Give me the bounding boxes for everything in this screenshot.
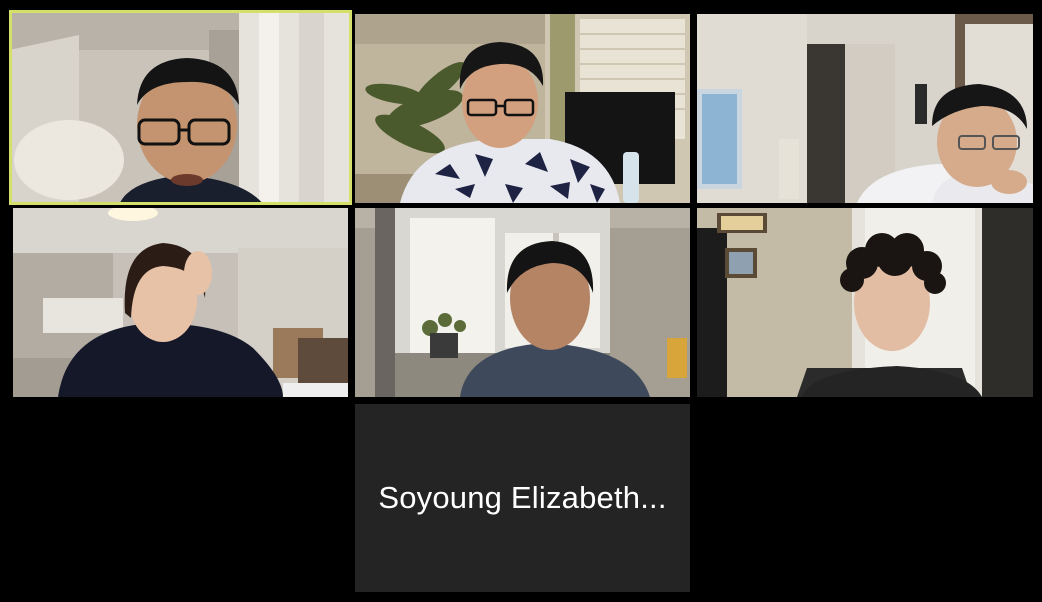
participant-video-feed	[355, 14, 690, 203]
participant-display-name: Soyoung Elizabeth...	[378, 480, 667, 515]
participant-video-tile-4[interactable]	[13, 208, 348, 397]
participant-video-tile-2[interactable]	[355, 14, 690, 203]
participant-video-tile-6[interactable]	[697, 208, 1033, 397]
participant-video-tile-3[interactable]	[697, 14, 1033, 203]
participant-video-tile-1[interactable]	[9, 10, 352, 205]
participant-video-feed	[697, 14, 1033, 203]
participant-name-tile-7[interactable]: Soyoung Elizabeth...	[355, 404, 690, 592]
participant-video-tile-5[interactable]	[355, 208, 690, 397]
participant-video-feed	[355, 208, 690, 397]
participant-video-feed	[13, 208, 348, 397]
participant-video-feed	[697, 208, 1033, 397]
participant-video-feed	[9, 10, 352, 205]
